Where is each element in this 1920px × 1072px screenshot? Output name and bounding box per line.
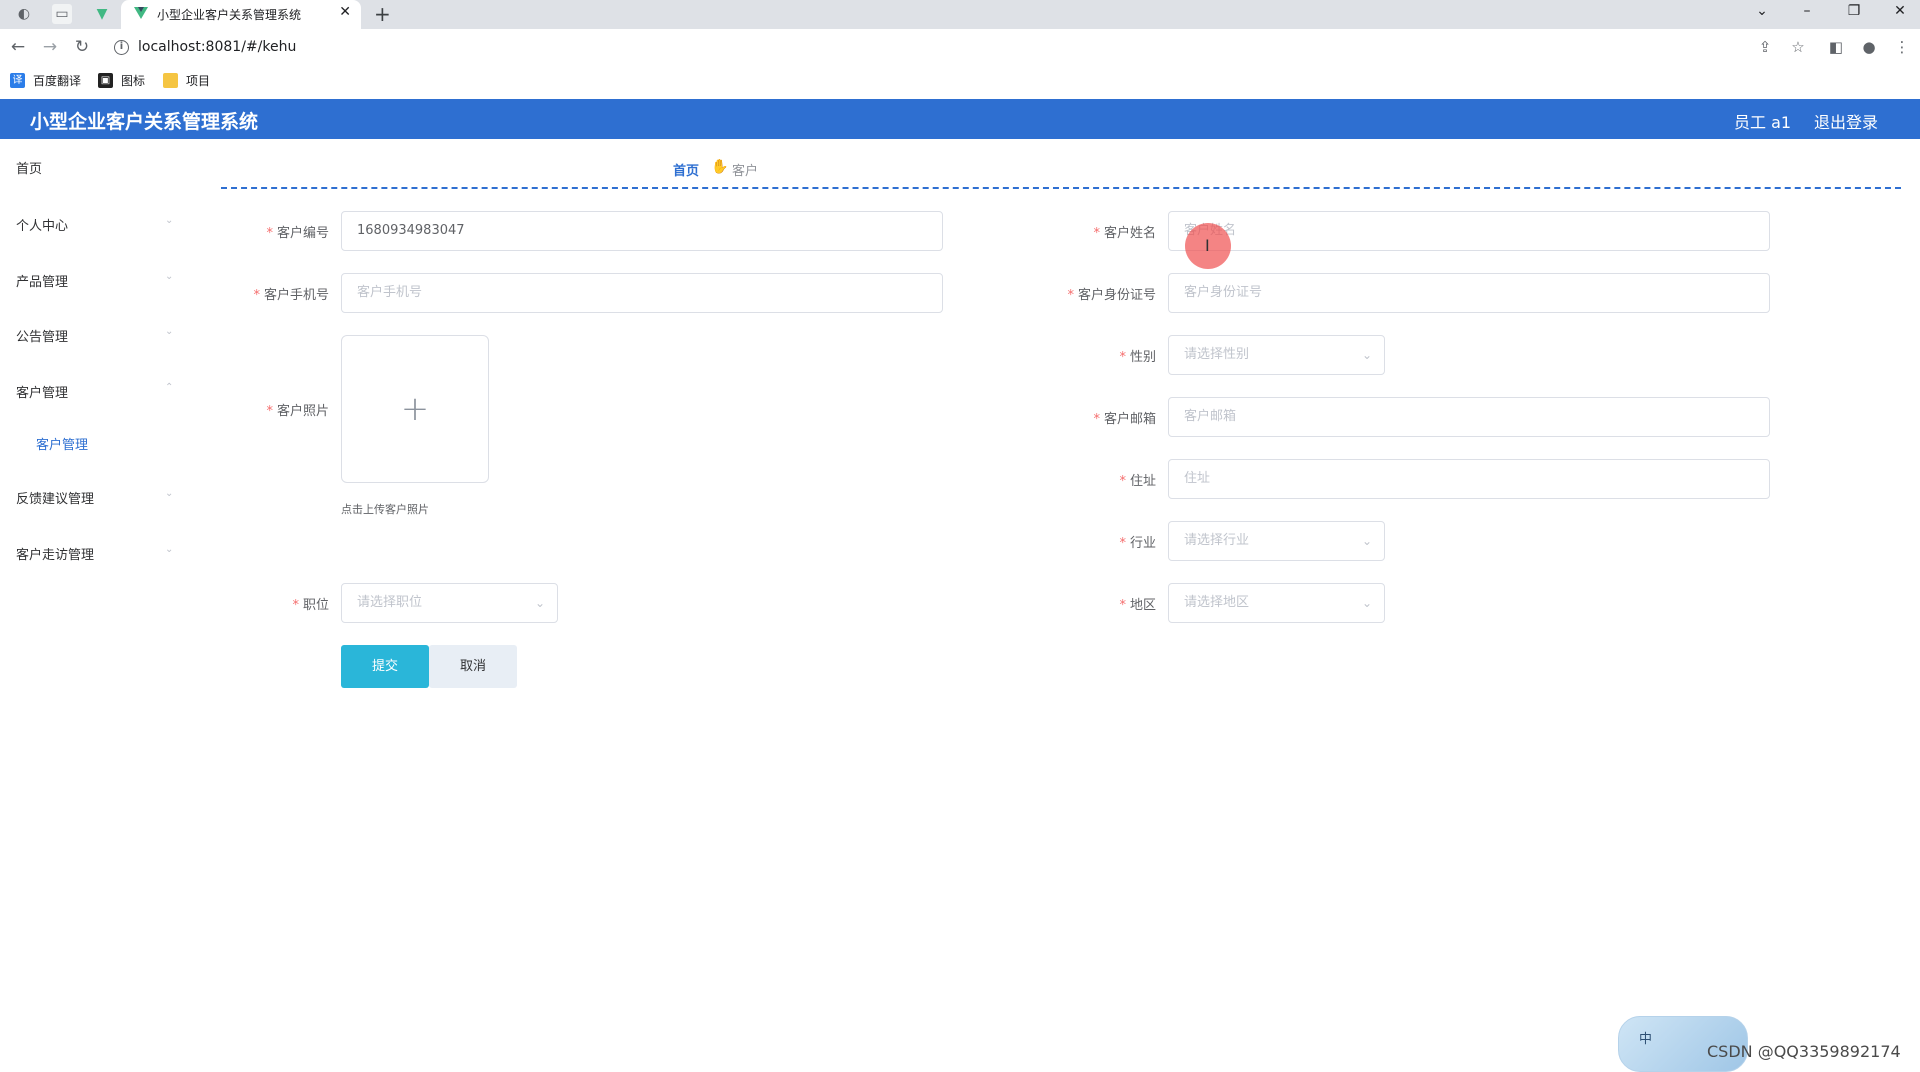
sidebar-item-personal-center[interactable]: 个人中心 bbox=[16, 215, 68, 234]
tab-group-icon[interactable]: ▭ bbox=[52, 4, 72, 24]
chevron-down-icon: ⌄ bbox=[165, 544, 174, 555]
address-label: * 住址 bbox=[1119, 474, 1156, 489]
browser-menu-icon[interactable]: ⋮ bbox=[1892, 38, 1912, 56]
email-label: * 客户邮箱 bbox=[1093, 412, 1156, 427]
chevron-up-icon: ⌃ bbox=[165, 382, 174, 393]
industry-select[interactable]: 请选择行业 ⌄ bbox=[1168, 521, 1385, 561]
breadcrumb-home[interactable]: 首页 bbox=[673, 160, 699, 179]
customer-id-input[interactable]: 客户身份证号 bbox=[1168, 273, 1770, 313]
chevron-down-icon: ⌄ bbox=[1361, 534, 1372, 548]
translate-icon: 译 bbox=[10, 73, 25, 88]
logout-button[interactable]: 退出登录 bbox=[1814, 109, 1878, 133]
url-field[interactable]: localhost:8081/#/kehu bbox=[138, 39, 296, 55]
share-icon[interactable]: ⇪ bbox=[1755, 38, 1775, 56]
chevron-down-icon: ⌄ bbox=[1361, 348, 1372, 362]
customer-photo-label: * 客户照片 bbox=[266, 404, 329, 419]
customer-name-input[interactable]: 客户姓名 bbox=[1168, 211, 1770, 251]
ime-mode-label: 中 bbox=[1639, 1032, 1653, 1047]
cancel-button[interactable]: 取消 bbox=[429, 645, 517, 688]
industry-label: * 行业 bbox=[1119, 536, 1156, 551]
sidebar-item-products[interactable]: 产品管理 bbox=[16, 271, 68, 290]
folder-icon bbox=[163, 73, 178, 88]
image-icon: ▣ bbox=[98, 73, 113, 88]
browser-tab-title: 小型企业客户关系管理系统 bbox=[157, 8, 302, 22]
current-user: 员工 a1 bbox=[1734, 113, 1792, 132]
chevron-down-icon: ⌄ bbox=[165, 488, 174, 499]
submit-button[interactable]: 提交 bbox=[341, 645, 429, 688]
customer-name-label: * 客户姓名 bbox=[1093, 226, 1156, 241]
breadcrumb-divider bbox=[221, 187, 1901, 189]
email-input[interactable]: 客户邮箱 bbox=[1168, 397, 1770, 437]
vue-favicon-icon bbox=[134, 7, 148, 19]
customer-phone-input[interactable]: 客户手机号 bbox=[341, 273, 943, 313]
vue-tab-icon[interactable]: ▼ bbox=[92, 4, 112, 24]
bookmark-project[interactable]: 项目 bbox=[163, 72, 210, 89]
gender-select[interactable]: 请选择性别 ⌄ bbox=[1168, 335, 1385, 375]
sidebar: 首页 个人中心 ⌄ 产品管理 ⌄ 公告管理 ⌄ 客户管理 ⌃ 客户管理 反馈建议… bbox=[0, 139, 180, 1072]
region-label: * 地区 bbox=[1119, 598, 1156, 613]
customer-no-input[interactable]: 1680934983047 bbox=[341, 211, 943, 251]
hand-icon: ✋ bbox=[711, 159, 729, 175]
bookmark-icons[interactable]: ▣ 图标 bbox=[98, 72, 145, 89]
customer-phone-label: * 客户手机号 bbox=[253, 288, 329, 303]
app-header: 小型企业客户关系管理系统 员工 a1 退出登录 bbox=[0, 99, 1920, 139]
chevron-down-icon: ⌄ bbox=[165, 215, 174, 226]
customer-id-label: * 客户身份证号 bbox=[1067, 288, 1156, 303]
profile-icon[interactable]: ● bbox=[1859, 38, 1879, 56]
position-select[interactable]: 请选择职位 ⌄ bbox=[341, 583, 558, 623]
forward-icon[interactable]: → bbox=[39, 37, 61, 57]
region-select[interactable]: 请选择地区 ⌄ bbox=[1168, 583, 1385, 623]
chevron-down-icon: ⌄ bbox=[534, 596, 545, 610]
minimize-icon[interactable]: – bbox=[1797, 3, 1817, 19]
photo-uploader[interactable]: + bbox=[341, 335, 489, 483]
chevron-down-icon: ⌄ bbox=[165, 271, 174, 282]
address-bar: ← → ↻ i localhost:8081/#/kehu ⇪ ☆ ◧ ● ⋮ bbox=[0, 29, 1920, 67]
position-label: * 职位 bbox=[292, 598, 329, 613]
customer-no-label: * 客户编号 bbox=[266, 226, 329, 241]
browser-tab-bar: ◐ ▭ ▼ 小型企业客户关系管理系统 ✕ + ⌄ – ❐ ✕ bbox=[0, 0, 1920, 29]
window-close-icon[interactable]: ✕ bbox=[1890, 3, 1910, 19]
plus-icon: + bbox=[400, 389, 430, 429]
sidebar-subitem-customer-management[interactable]: 客户管理 bbox=[36, 434, 88, 453]
breadcrumb-current: 客户 bbox=[732, 164, 759, 179]
upload-tip: 点击上传客户照片 bbox=[341, 503, 429, 516]
sidebar-item-customers[interactable]: 客户管理 bbox=[16, 382, 68, 401]
bookmark-baidu-translate[interactable]: 译 百度翻译 bbox=[10, 72, 81, 89]
close-tab-icon[interactable]: ✕ bbox=[339, 4, 351, 20]
bookmarks-bar: 译 百度翻译 ▣ 图标 项目 bbox=[0, 67, 1920, 99]
reload-icon[interactable]: ↻ bbox=[71, 37, 93, 57]
text-cursor-icon: I bbox=[1205, 236, 1210, 255]
chevron-down-icon: ⌄ bbox=[1361, 596, 1372, 610]
gender-label: * 性别 bbox=[1119, 350, 1156, 365]
chevron-down-icon: ⌄ bbox=[165, 326, 174, 337]
browser-tab-active[interactable]: 小型企业客户关系管理系统 ✕ bbox=[121, 0, 361, 29]
address-input[interactable]: 住址 bbox=[1168, 459, 1770, 499]
restore-icon[interactable]: ❐ bbox=[1844, 3, 1864, 19]
tab-search-icon[interactable]: ⌄ bbox=[1752, 3, 1772, 19]
new-tab-icon[interactable]: + bbox=[374, 2, 391, 26]
site-info-icon[interactable]: i bbox=[114, 40, 129, 55]
back-icon[interactable]: ← bbox=[7, 37, 29, 57]
globe-icon[interactable]: ◐ bbox=[14, 4, 34, 24]
app-title: 小型企业客户关系管理系统 bbox=[30, 111, 259, 133]
bookmark-star-icon[interactable]: ☆ bbox=[1788, 38, 1808, 56]
watermark: CSDN @QQ3359892174 bbox=[1707, 1042, 1901, 1061]
sidebar-item-notices[interactable]: 公告管理 bbox=[16, 326, 68, 345]
side-panel-icon[interactable]: ◧ bbox=[1826, 38, 1846, 56]
sidebar-item-feedback[interactable]: 反馈建议管理 bbox=[16, 488, 94, 507]
sidebar-item-home[interactable]: 首页 bbox=[16, 158, 42, 177]
sidebar-item-visits[interactable]: 客户走访管理 bbox=[16, 544, 94, 563]
